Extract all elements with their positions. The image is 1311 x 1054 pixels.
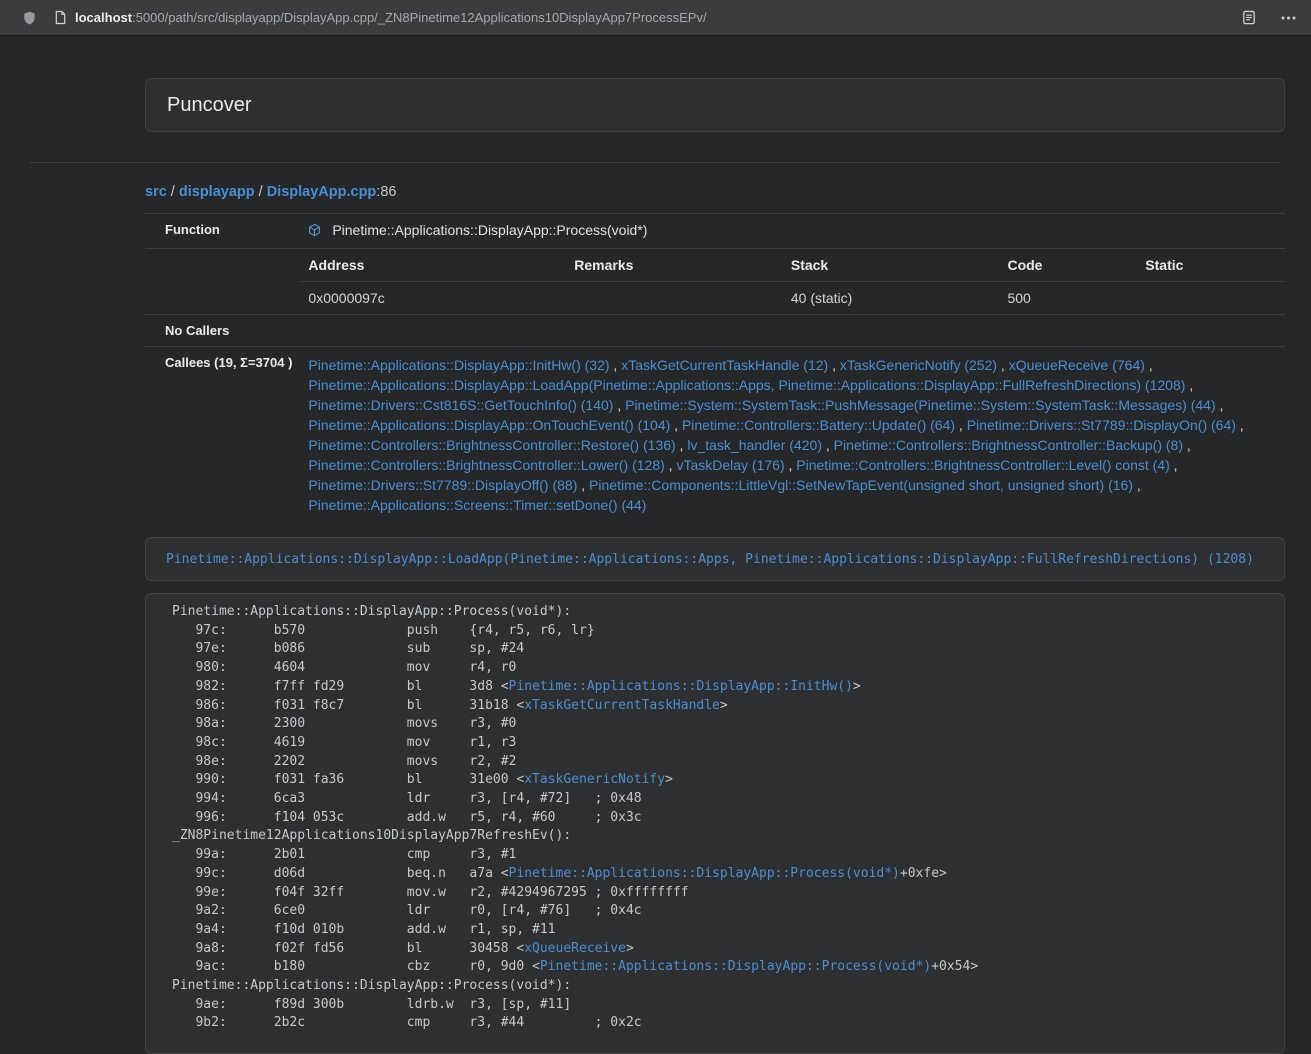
- code-line: _ZN8Pinetime12Applications10DisplayApp7R…: [172, 827, 1268, 846]
- callee-link[interactable]: xTaskGetCurrentTaskHandle (12): [621, 357, 828, 373]
- code-line: 99a: 2b01 cmp r3, #1: [172, 846, 1268, 865]
- url-host: localhost: [75, 10, 132, 25]
- code-line: 9ae: f89d 300b ldrb.w r3, [sp, #11]: [172, 996, 1268, 1015]
- function-label: Function: [145, 214, 300, 249]
- code-value: 500: [999, 282, 1137, 315]
- breadcrumb: src / displayapp / DisplayApp.cpp:86: [145, 184, 1285, 200]
- col-static: Static: [1137, 249, 1285, 282]
- code-line: 996: f104 053c add.w r5, r4, #60 ; 0x3c: [172, 809, 1268, 828]
- code-symbol-link[interactable]: Pinetime::Applications::DisplayApp::Proc…: [509, 866, 900, 881]
- code-symbol-link[interactable]: Pinetime::Applications::DisplayApp::Init…: [509, 679, 853, 694]
- function-symbol: Pinetime::Applications::DisplayApp::Proc…: [332, 222, 647, 238]
- callee-link[interactable]: Pinetime::Controllers::BrightnessControl…: [308, 457, 664, 473]
- no-callers-label: No Callers: [145, 315, 300, 347]
- code-line: 9a2: 6ce0 ldr r0, [r4, #76] ; 0x4c: [172, 902, 1268, 921]
- address-value: 0x0000097c: [300, 282, 566, 315]
- callee-link[interactable]: Pinetime::Drivers::St7789::DisplayOff() …: [308, 477, 577, 493]
- breadcrumb-link[interactable]: src: [145, 184, 167, 200]
- callee-link[interactable]: lv_task_handler (420): [687, 437, 822, 453]
- callee-link[interactable]: vTaskDelay (176): [676, 457, 784, 473]
- main-content: src / displayapp / DisplayApp.cpp:86 Fun…: [145, 184, 1285, 1054]
- divider: [30, 162, 1281, 163]
- code-line: 982: f7ff fd29 bl 3d8 <Pinetime::Applica…: [172, 678, 1268, 697]
- function-row: Function Pinetime::Applications::Display…: [145, 214, 1285, 249]
- callee-link[interactable]: Pinetime::Applications::Screens::Timer::…: [308, 497, 646, 513]
- col-remarks: Remarks: [566, 249, 783, 282]
- col-address: Address: [300, 249, 566, 282]
- url-path: :5000/path/src/displayapp/DisplayApp.cpp…: [132, 10, 707, 25]
- code-line: 97e: b086 sub sp, #24: [172, 640, 1268, 659]
- highlight-symbol-link[interactable]: Pinetime::Applications::DisplayApp::Load…: [166, 552, 1254, 567]
- stats-table: Address Remarks Stack Code Static 0x0000…: [300, 249, 1285, 314]
- callee-link[interactable]: Pinetime::Controllers::Battery::Update()…: [682, 417, 955, 433]
- code-symbol-link[interactable]: xTaskGetCurrentTaskHandle: [524, 698, 720, 713]
- code-line: Pinetime::Applications::DisplayApp::Proc…: [172, 603, 1268, 622]
- reader-mode-icon[interactable]: [1242, 10, 1256, 25]
- col-stack: Stack: [783, 249, 1000, 282]
- no-callers-cell: [300, 315, 1285, 347]
- callee-link[interactable]: Pinetime::Components::LittleVgl::SetNewT…: [589, 477, 1133, 493]
- remarks-value: [566, 282, 783, 315]
- static-value: [1137, 282, 1285, 315]
- code-symbol-link[interactable]: xQueueReceive: [524, 941, 626, 956]
- callees-list: Pinetime::Applications::DisplayApp::Init…: [300, 347, 1285, 524]
- function-table: Function Pinetime::Applications::Display…: [145, 213, 1285, 523]
- stack-value: 40 (static): [783, 282, 1000, 315]
- breadcrumb-link[interactable]: DisplayApp.cpp: [267, 184, 377, 200]
- stats-row-container: Address Remarks Stack Code Static 0x0000…: [145, 249, 1285, 315]
- code-line: 994: 6ca3 ldr r3, [r4, #72] ; 0x48: [172, 790, 1268, 809]
- callee-link[interactable]: Pinetime::Drivers::Cst816S::GetTouchInfo…: [308, 397, 613, 413]
- callee-link[interactable]: xQueueReceive (764): [1009, 357, 1145, 373]
- code-symbol-link[interactable]: Pinetime::Applications::DisplayApp::Proc…: [540, 959, 931, 974]
- breadcrumb-link[interactable]: displayapp: [179, 184, 255, 200]
- callees-row: Callees (19, Σ=3704 ) Pinetime::Applicat…: [145, 347, 1285, 524]
- code-line: 97c: b570 push {r4, r5, r6, lr}: [172, 622, 1268, 641]
- highlight-panel: Pinetime::Applications::DisplayApp::Load…: [145, 537, 1285, 581]
- code-line: 98a: 2300 movs r3, #0: [172, 715, 1268, 734]
- col-code: Code: [999, 249, 1137, 282]
- stats-value-row: 0x0000097c 40 (static) 500: [300, 282, 1285, 315]
- callee-link[interactable]: Pinetime::Applications::DisplayApp::OnTo…: [308, 417, 670, 433]
- page-title: Puncover: [167, 94, 252, 117]
- page-icon: [54, 10, 67, 25]
- symbol-cube-icon: [308, 224, 325, 240]
- function-symbol-cell: Pinetime::Applications::DisplayApp::Proc…: [300, 214, 1285, 249]
- code-line: 99c: d06d beq.n a7a <Pinetime::Applicati…: [172, 865, 1268, 884]
- browser-toolbar: localhost:5000/path/src/displayapp/Displ…: [0, 0, 1311, 36]
- callee-link[interactable]: Pinetime::Controllers::BrightnessControl…: [308, 437, 675, 453]
- callee-link[interactable]: Pinetime::Controllers::BrightnessControl…: [796, 457, 1169, 473]
- code-line: 980: 4604 mov r4, r0: [172, 659, 1268, 678]
- menu-icon[interactable]: [1280, 10, 1297, 26]
- code-line: 98c: 4619 mov r1, r3: [172, 734, 1268, 753]
- code-symbol-link[interactable]: xTaskGenericNotify: [524, 772, 665, 787]
- callee-link[interactable]: Pinetime::Drivers::St7789::DisplayOn() (…: [967, 417, 1236, 433]
- app-header: Puncover: [145, 78, 1285, 132]
- stats-row-spacer: [145, 249, 300, 315]
- stats-header-row: Address Remarks Stack Code Static: [300, 249, 1285, 282]
- code-line: Pinetime::Applications::DisplayApp::Proc…: [172, 977, 1268, 996]
- code-line: 9a4: f10d 010b add.w r1, sp, #11: [172, 921, 1268, 940]
- shield-icon[interactable]: [22, 10, 37, 26]
- no-callers-row: No Callers: [145, 315, 1285, 347]
- code-line: 9ac: b180 cbz r0, 9d0 <Pinetime::Applica…: [172, 958, 1268, 977]
- code-line: 990: f031 fa36 bl 31e00 <xTaskGenericNot…: [172, 771, 1268, 790]
- disassembly-code: Pinetime::Applications::DisplayApp::Proc…: [145, 593, 1285, 1054]
- code-line: 98e: 2202 movs r2, #2: [172, 753, 1268, 772]
- callee-link[interactable]: Pinetime::Controllers::BrightnessControl…: [834, 437, 1183, 453]
- callee-link[interactable]: Pinetime::Applications::DisplayApp::Load…: [308, 377, 1185, 393]
- callees-label: Callees (19, Σ=3704 ): [145, 347, 300, 524]
- url-bar[interactable]: localhost:5000/path/src/displayapp/Displ…: [75, 10, 1242, 25]
- code-line: 99e: f04f 32ff mov.w r2, #4294967295 ; 0…: [172, 884, 1268, 903]
- callee-link[interactable]: Pinetime::System::SystemTask::PushMessag…: [625, 397, 1216, 413]
- code-line: 9a8: f02f fd56 bl 30458 <xQueueReceive>: [172, 940, 1268, 959]
- code-line: 986: f031 f8c7 bl 31b18 <xTaskGetCurrent…: [172, 697, 1268, 716]
- callee-link[interactable]: Pinetime::Applications::DisplayApp::Init…: [308, 357, 609, 373]
- code-line: 9b2: 2b2c cmp r3, #44 ; 0x2c: [172, 1014, 1268, 1033]
- callee-link[interactable]: xTaskGenericNotify (252): [840, 357, 997, 373]
